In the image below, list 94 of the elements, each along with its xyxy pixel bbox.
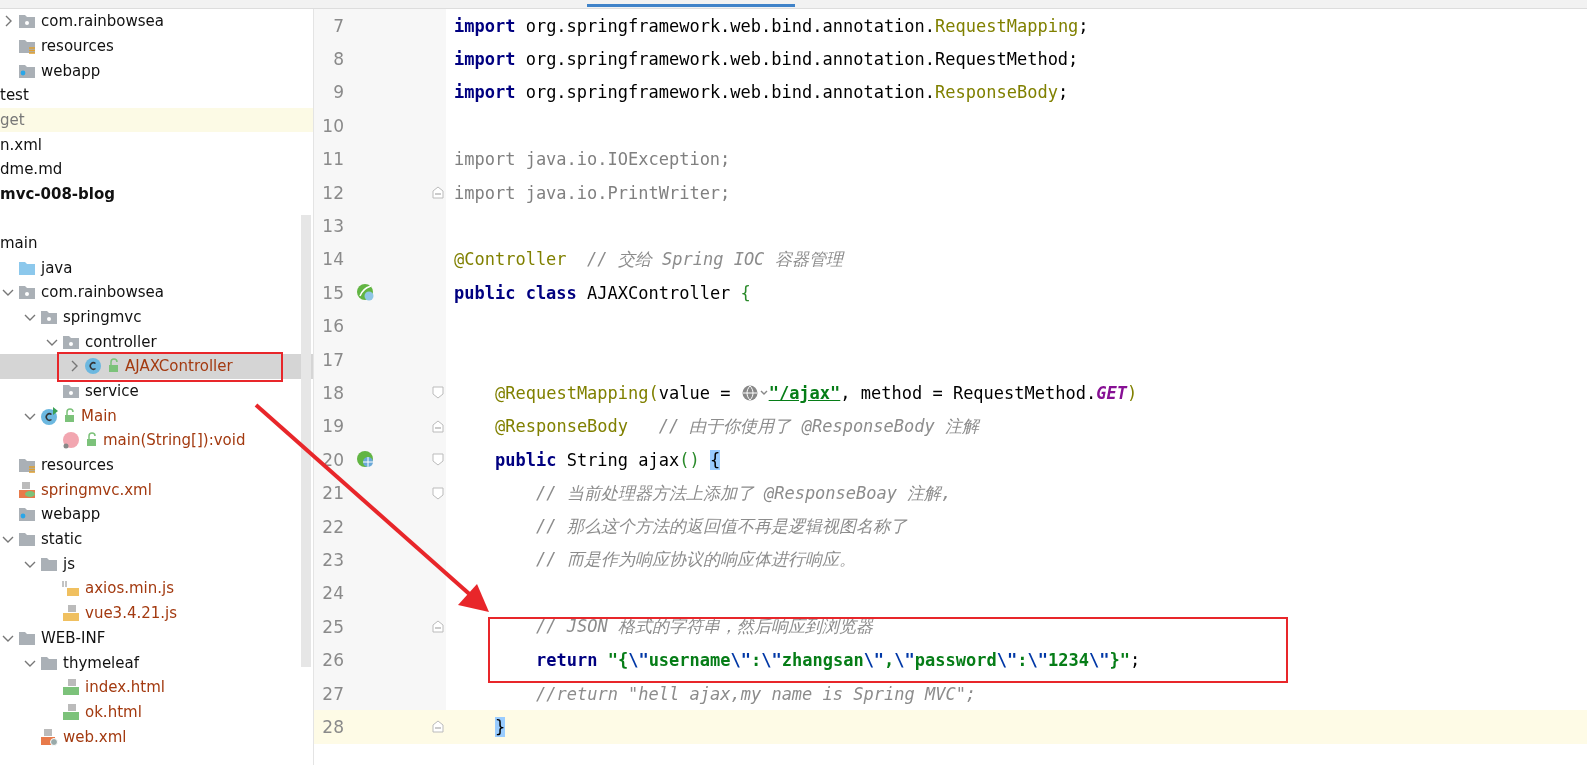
code-text: "/ajax" — [768, 383, 841, 403]
line-number: 25 — [321, 616, 344, 637]
html-file-icon — [62, 678, 80, 697]
method-icon — [62, 431, 80, 450]
line-number: 14 — [321, 249, 344, 270]
tree-item[interactable]: vue3.4.21.js — [0, 600, 313, 626]
tree-item[interactable]: axios.min.js — [0, 576, 313, 601]
tree-item[interactable]: test — [0, 83, 313, 108]
code-line: // JSON 格式的字符串，然后响应到浏览器 — [535, 615, 873, 639]
code-line: public String ajax() { — [494, 449, 721, 470]
tree-item[interactable]: webapp — [0, 58, 313, 84]
line-number: 10 — [321, 115, 344, 136]
line-number: 20 — [321, 449, 344, 470]
tree-item[interactable]: webapp — [0, 502, 313, 527]
line-number: 8 — [332, 49, 344, 70]
class-icon — [84, 357, 102, 376]
line-number: 16 — [321, 316, 344, 337]
tree-item[interactable]: springmvc — [0, 304, 313, 330]
line-number: 17 — [321, 349, 344, 370]
package-folder-icon — [18, 283, 36, 302]
active-tab[interactable] — [587, 4, 795, 7]
tree-item[interactable]: controller — [0, 329, 313, 354]
scrollbar[interactable] — [301, 215, 311, 667]
js-file-icon — [62, 604, 80, 623]
code-line: // 而是作为响应协议的响应体进行响应。 — [535, 548, 856, 572]
code-line: @ResponseBody // 由于你使用了 @ResponseBody 注解 — [494, 414, 979, 438]
tree-item[interactable]: index.html — [0, 674, 313, 700]
line-number: 13 — [321, 216, 344, 237]
code-line: import org.springframework.web.bind.annotation.ResponseBody; — [453, 82, 1069, 103]
code-line: import java.io.IOException; — [453, 149, 731, 170]
line-number: 21 — [321, 483, 344, 504]
code-line: public class AJAXController { — [453, 282, 751, 303]
line-number: 12 — [321, 182, 344, 203]
lock-icon — [107, 358, 120, 375]
line-number: 22 — [321, 516, 344, 537]
code-line: import org.springframework.web.bind.annotation.RequestMapping; — [453, 15, 1089, 36]
code-line: // 当前处理器方法上添加了 @ResponseBoay 注解, — [535, 481, 952, 505]
resources-folder-icon — [18, 456, 36, 475]
xml-file-icon — [18, 480, 36, 499]
tree-item[interactable]: resources — [0, 33, 313, 59]
js-file-icon — [62, 579, 80, 598]
code-line: //return "hell ajax,my name is Spring MVC"; — [535, 683, 977, 704]
html-file-icon — [62, 702, 80, 721]
line-number: 28 — [321, 716, 344, 737]
tree-item[interactable]: service — [0, 378, 313, 404]
tree-item[interactable]: get — [0, 107, 313, 133]
line-number: 7 — [332, 15, 344, 36]
line-number: 26 — [321, 650, 344, 671]
tree-item[interactable]: Main — [0, 403, 313, 428]
tree-item[interactable]: resources — [0, 452, 313, 478]
line-number: 23 — [321, 549, 344, 570]
tree-item[interactable]: com.rainbowsea — [0, 279, 313, 305]
lock-icon — [85, 432, 98, 449]
tree-item[interactable]: WEB-INF — [0, 625, 313, 651]
globe-icon — [740, 384, 769, 402]
code-text: GET — [1096, 383, 1127, 403]
package-folder-icon — [18, 12, 36, 31]
tree-item[interactable]: main — [0, 230, 313, 256]
code-text: value = — [658, 383, 732, 403]
web-folder-icon — [18, 505, 36, 524]
code-line: import java.io.PrintWriter; — [453, 182, 731, 203]
tree-item[interactable]: js — [0, 551, 313, 577]
tree-item[interactable]: com.rainbowsea — [0, 9, 313, 34]
tree-item[interactable]: web.xml — [0, 724, 313, 749]
tree-item[interactable]: mvc-008-blog — [0, 181, 313, 207]
folder-icon — [18, 530, 36, 549]
resources-folder-icon — [18, 37, 36, 56]
code-line: @Controller // 交给 Spring IOC 容器管理 — [453, 247, 843, 271]
line-number: 11 — [321, 149, 344, 170]
line-number: 24 — [321, 583, 344, 604]
tree-item[interactable]: thymeleaf — [0, 650, 313, 675]
code-line: return "{\"username\":\"zhangsan\",\"password\":\"1234\"}"; — [535, 650, 1141, 671]
line-number: 15 — [321, 282, 344, 303]
web-endpoint-icon — [356, 449, 376, 470]
line-number: 18 — [321, 383, 344, 403]
tree-item[interactable]: AJAXController — [0, 353, 313, 379]
line-number: 19 — [321, 416, 344, 437]
tree-item[interactable]: java — [0, 255, 313, 280]
line-number: 9 — [332, 82, 344, 103]
class-run-icon — [40, 406, 58, 425]
code-text: @RequestMapping( — [495, 383, 659, 403]
tree-item[interactable]: dme.md — [0, 157, 313, 182]
lock-icon — [63, 407, 76, 424]
tree-item[interactable]: main(String[]):void — [0, 428, 313, 453]
spring-bean-icon — [356, 282, 376, 303]
tree-item[interactable]: static — [0, 526, 313, 552]
code-line: // 那么这个方法的返回值不再是逻辑视图名称了 — [535, 515, 907, 539]
xml-file-icon — [40, 727, 58, 746]
code-text: , method = RequestMethod. — [840, 383, 1097, 403]
code-line: import org.springframework.web.bind.annotation.RequestMethod; — [453, 49, 1079, 70]
tree-item[interactable]: springmvc.xml — [0, 477, 313, 503]
tree-item[interactable]: n.xml — [0, 132, 313, 158]
tree-item[interactable]: ok.html — [0, 699, 313, 725]
line-number: 27 — [321, 683, 344, 704]
